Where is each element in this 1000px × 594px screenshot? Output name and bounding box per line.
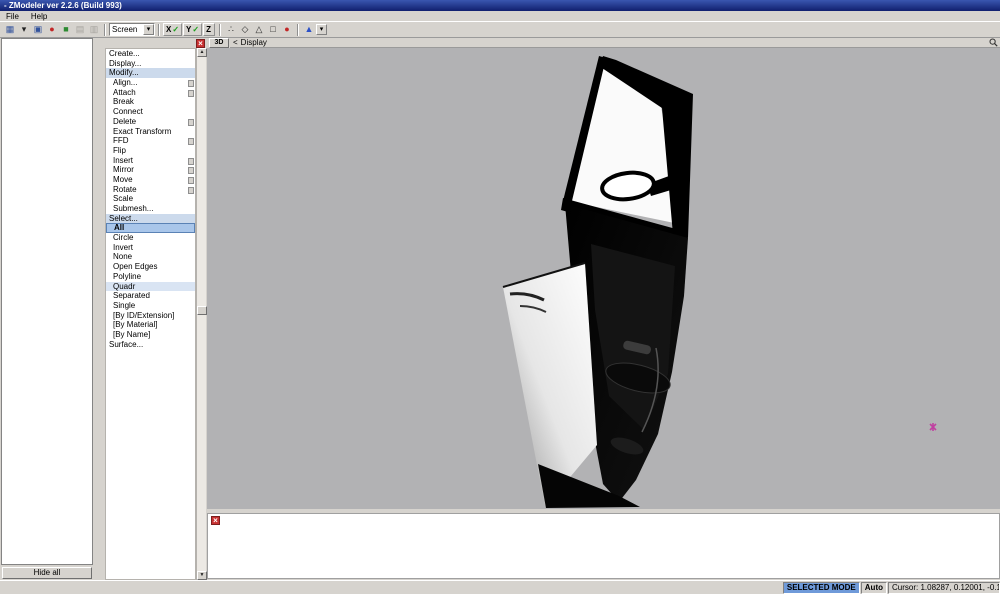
apps-grid-icon[interactable]: ▦ xyxy=(3,23,17,36)
command-item[interactable]: Select... xyxy=(106,214,195,224)
command-item[interactable]: Invert xyxy=(106,243,195,253)
scroll-up-icon[interactable]: ▲ xyxy=(197,48,207,57)
command-item[interactable]: Rotate xyxy=(106,185,195,195)
viewport-mode-label: Display xyxy=(241,38,989,48)
close-icon[interactable] xyxy=(196,39,205,48)
command-item[interactable]: Connect xyxy=(106,107,195,117)
axis-label: Y xyxy=(186,25,191,34)
status-bar: SELECTED MODE Auto Cursor: 1.08287, 0.12… xyxy=(0,580,1000,594)
mode-icon-group: ∴◇△□● xyxy=(224,23,294,36)
material-sphere-icon[interactable]: ● xyxy=(280,23,294,36)
faces-mode-icon[interactable]: △ xyxy=(252,23,266,36)
command-item[interactable]: Flip xyxy=(106,146,195,156)
menu-item[interactable]: File xyxy=(0,11,25,22)
axis-toggle[interactable]: X✓ xyxy=(163,23,182,36)
save-disabled-icon[interactable]: ▥ xyxy=(87,23,101,36)
car-door-model xyxy=(207,48,1000,509)
command-item[interactable]: [By ID/Extension] xyxy=(106,311,195,321)
title-bar: - ZModeler ver 2.2.6 (Build 993) xyxy=(0,0,1000,11)
command-item[interactable]: [By Material] xyxy=(106,320,195,330)
close-icon[interactable] xyxy=(211,516,220,525)
menu-item[interactable]: Help xyxy=(25,11,53,22)
chevron-down-icon[interactable]: ▾ xyxy=(143,24,154,35)
edges-mode-icon[interactable]: ◇ xyxy=(238,23,252,36)
viewport-canvas[interactable] xyxy=(207,48,1000,509)
viewport-header-icons xyxy=(989,38,1000,47)
command-item[interactable]: Submesh... xyxy=(106,204,195,214)
magnifier-icon[interactable] xyxy=(989,38,998,47)
command-item[interactable]: Quadr xyxy=(106,282,195,292)
axis-toggle[interactable]: Z xyxy=(203,23,215,36)
toolbar-separator xyxy=(158,24,160,36)
command-item[interactable]: All xyxy=(106,223,195,233)
toolbar-separator xyxy=(104,24,106,36)
window-title: - ZModeler ver 2.2.6 (Build 993) xyxy=(4,1,122,10)
bottom-panel[interactable] xyxy=(207,513,1000,579)
command-item[interactable]: Open Edges xyxy=(106,262,195,272)
command-item[interactable]: Insert xyxy=(106,156,195,166)
screen-select[interactable]: Screen ▾ xyxy=(109,23,155,36)
objects-mode-icon[interactable]: □ xyxy=(266,23,280,36)
auto-toggle[interactable]: Auto xyxy=(861,582,887,594)
chevron-down-icon[interactable]: ▾ xyxy=(316,24,327,35)
menu-bar: FileHelp xyxy=(0,11,1000,22)
open-disabled-icon[interactable]: ▤ xyxy=(73,23,87,36)
command-item[interactable]: Circle xyxy=(106,233,195,243)
toolbar-separator xyxy=(297,24,299,36)
pivot-marker xyxy=(930,423,936,431)
command-item[interactable]: Attach xyxy=(106,88,195,98)
selected-mode-toggle[interactable]: SELECTED MODE xyxy=(783,582,860,594)
chevron-left-icon[interactable]: < xyxy=(230,38,241,48)
check-icon: ✓ xyxy=(192,25,199,34)
light-tool-group: ▲ ▾ xyxy=(302,23,327,36)
axis-label: Z xyxy=(206,25,211,34)
viewport-tab-3d[interactable]: 3D xyxy=(209,38,229,48)
command-item[interactable]: FFD xyxy=(106,136,195,146)
record-sphere-icon[interactable]: ● xyxy=(45,23,59,36)
grid-dropdown-arrow-icon[interactable]: ▾ xyxy=(17,23,31,36)
command-item[interactable]: Polyline xyxy=(106,272,195,282)
command-item[interactable]: Modify... xyxy=(106,68,195,78)
check-icon: ✓ xyxy=(172,25,179,34)
command-item[interactable]: Align... xyxy=(106,78,195,88)
command-item[interactable]: Mirror xyxy=(106,165,195,175)
axis-toggle-group: X✓Y✓Z xyxy=(163,23,216,36)
command-item[interactable]: Display... xyxy=(106,59,195,69)
command-item[interactable]: Exact Transform xyxy=(106,127,195,137)
scrollbar-thumb[interactable] xyxy=(197,306,207,315)
scrollbar[interactable]: ▲ ▼ xyxy=(196,48,206,580)
viewport-header: < Display xyxy=(230,38,1000,48)
toolbar: ▦▾▣●■▤▥ Screen ▾ X✓Y✓Z ∴◇△□● ▲ ▾ xyxy=(0,22,1000,38)
command-panel: Create...Display...Modify...Align...Atta… xyxy=(105,48,196,580)
axis-label: X xyxy=(166,25,171,34)
light-cone-icon[interactable]: ▲ xyxy=(302,23,316,36)
command-item[interactable]: Separated xyxy=(106,291,195,301)
command-item[interactable]: Surface... xyxy=(106,340,195,350)
command-item[interactable]: Delete xyxy=(106,117,195,127)
display-window-icon[interactable]: ▣ xyxy=(31,23,45,36)
hide-all-button[interactable]: Hide all xyxy=(2,567,92,579)
vertices-mode-icon[interactable]: ∴ xyxy=(224,23,238,36)
axis-toggle[interactable]: Y✓ xyxy=(183,23,202,36)
cursor-coordinates: Cursor: 1.08287, 0.12001, -0.134 xyxy=(888,582,1000,594)
toolbar-file-group: ▦▾▣●■▤▥ xyxy=(3,23,101,36)
command-item[interactable]: [By Name] xyxy=(106,330,195,340)
command-item[interactable]: Single xyxy=(106,301,195,311)
toolbar-separator xyxy=(219,24,221,36)
package-icon[interactable]: ■ xyxy=(59,23,73,36)
command-item[interactable]: Move xyxy=(106,175,195,185)
command-item[interactable]: Scale xyxy=(106,194,195,204)
objects-panel[interactable] xyxy=(1,38,93,565)
command-item[interactable]: Create... xyxy=(106,49,195,59)
screen-select-value: Screen xyxy=(110,25,143,34)
command-item[interactable]: None xyxy=(106,252,195,262)
scroll-down-icon[interactable]: ▼ xyxy=(197,571,207,580)
command-item[interactable]: Break xyxy=(106,97,195,107)
